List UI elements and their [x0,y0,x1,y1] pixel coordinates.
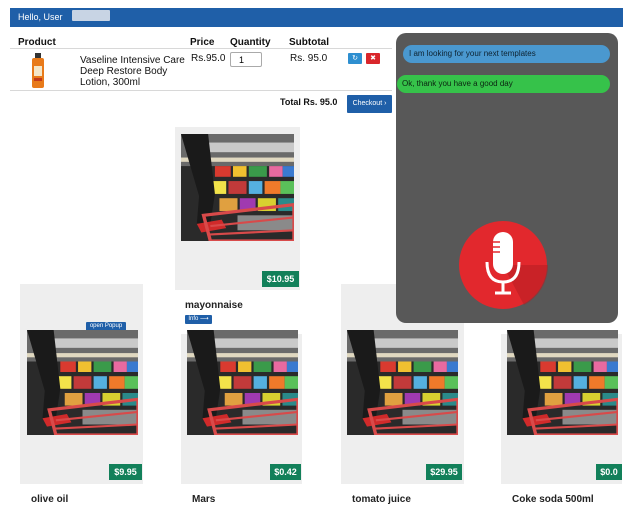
product-name: olive oil [31,494,69,505]
product-image [507,330,618,435]
cart-item-name: Vaseline Intensive Care Deep Restore Bod… [80,55,185,88]
product-name: tomato juice [352,494,411,505]
refresh-button[interactable]: ↻ [348,53,362,64]
cart-header-quantity: Quantity [230,37,271,48]
price-badge: $0.42 [270,464,301,480]
refresh-icon: ↻ [352,55,358,62]
product-image [347,330,458,435]
cart-header-product: Product [18,37,56,48]
product-name: Mars [192,494,216,505]
price-badge: $29.95 [426,464,462,480]
product-thumbnail [32,53,44,88]
logout-button[interactable] [72,10,110,21]
checkout-button[interactable]: Checkout › [347,95,392,113]
price-badge: $9.95 [109,464,142,480]
quantity-input[interactable] [230,52,262,67]
cart-total: Total Rs. 95.0 [280,97,338,107]
product-image [187,330,298,435]
product-name: Coke soda 500ml [512,494,594,505]
cart-header-divider [10,48,392,49]
price-badge: $10.95 [262,271,299,287]
info-button[interactable]: Info ⟶ [185,315,212,324]
price-badge: $0.0 [596,464,622,480]
delete-icon: ✖ [370,55,376,62]
chat-message-bot: Ok, thank you have a good day [397,75,610,93]
cart-header-subtotal: Subtotal [289,37,329,48]
chat-message-user: I am looking for your next templates [403,45,610,63]
greeting-text: Hello, User [18,12,63,22]
product-image [27,330,138,435]
cart-item-price: Rs.95.0 [191,53,226,64]
delete-button[interactable]: ✖ [366,53,380,64]
top-bar: Hello, User [10,8,623,27]
cart-item-subtotal: Rs. 95.0 [290,53,328,64]
cart-row-divider [10,90,392,91]
cart-header-price: Price [190,37,215,48]
microphone-button[interactable] [458,220,548,310]
product-name: mayonnaise [185,300,243,311]
product-image [181,134,294,241]
voice-chat-panel: I am looking for your next templates Ok,… [396,33,618,323]
